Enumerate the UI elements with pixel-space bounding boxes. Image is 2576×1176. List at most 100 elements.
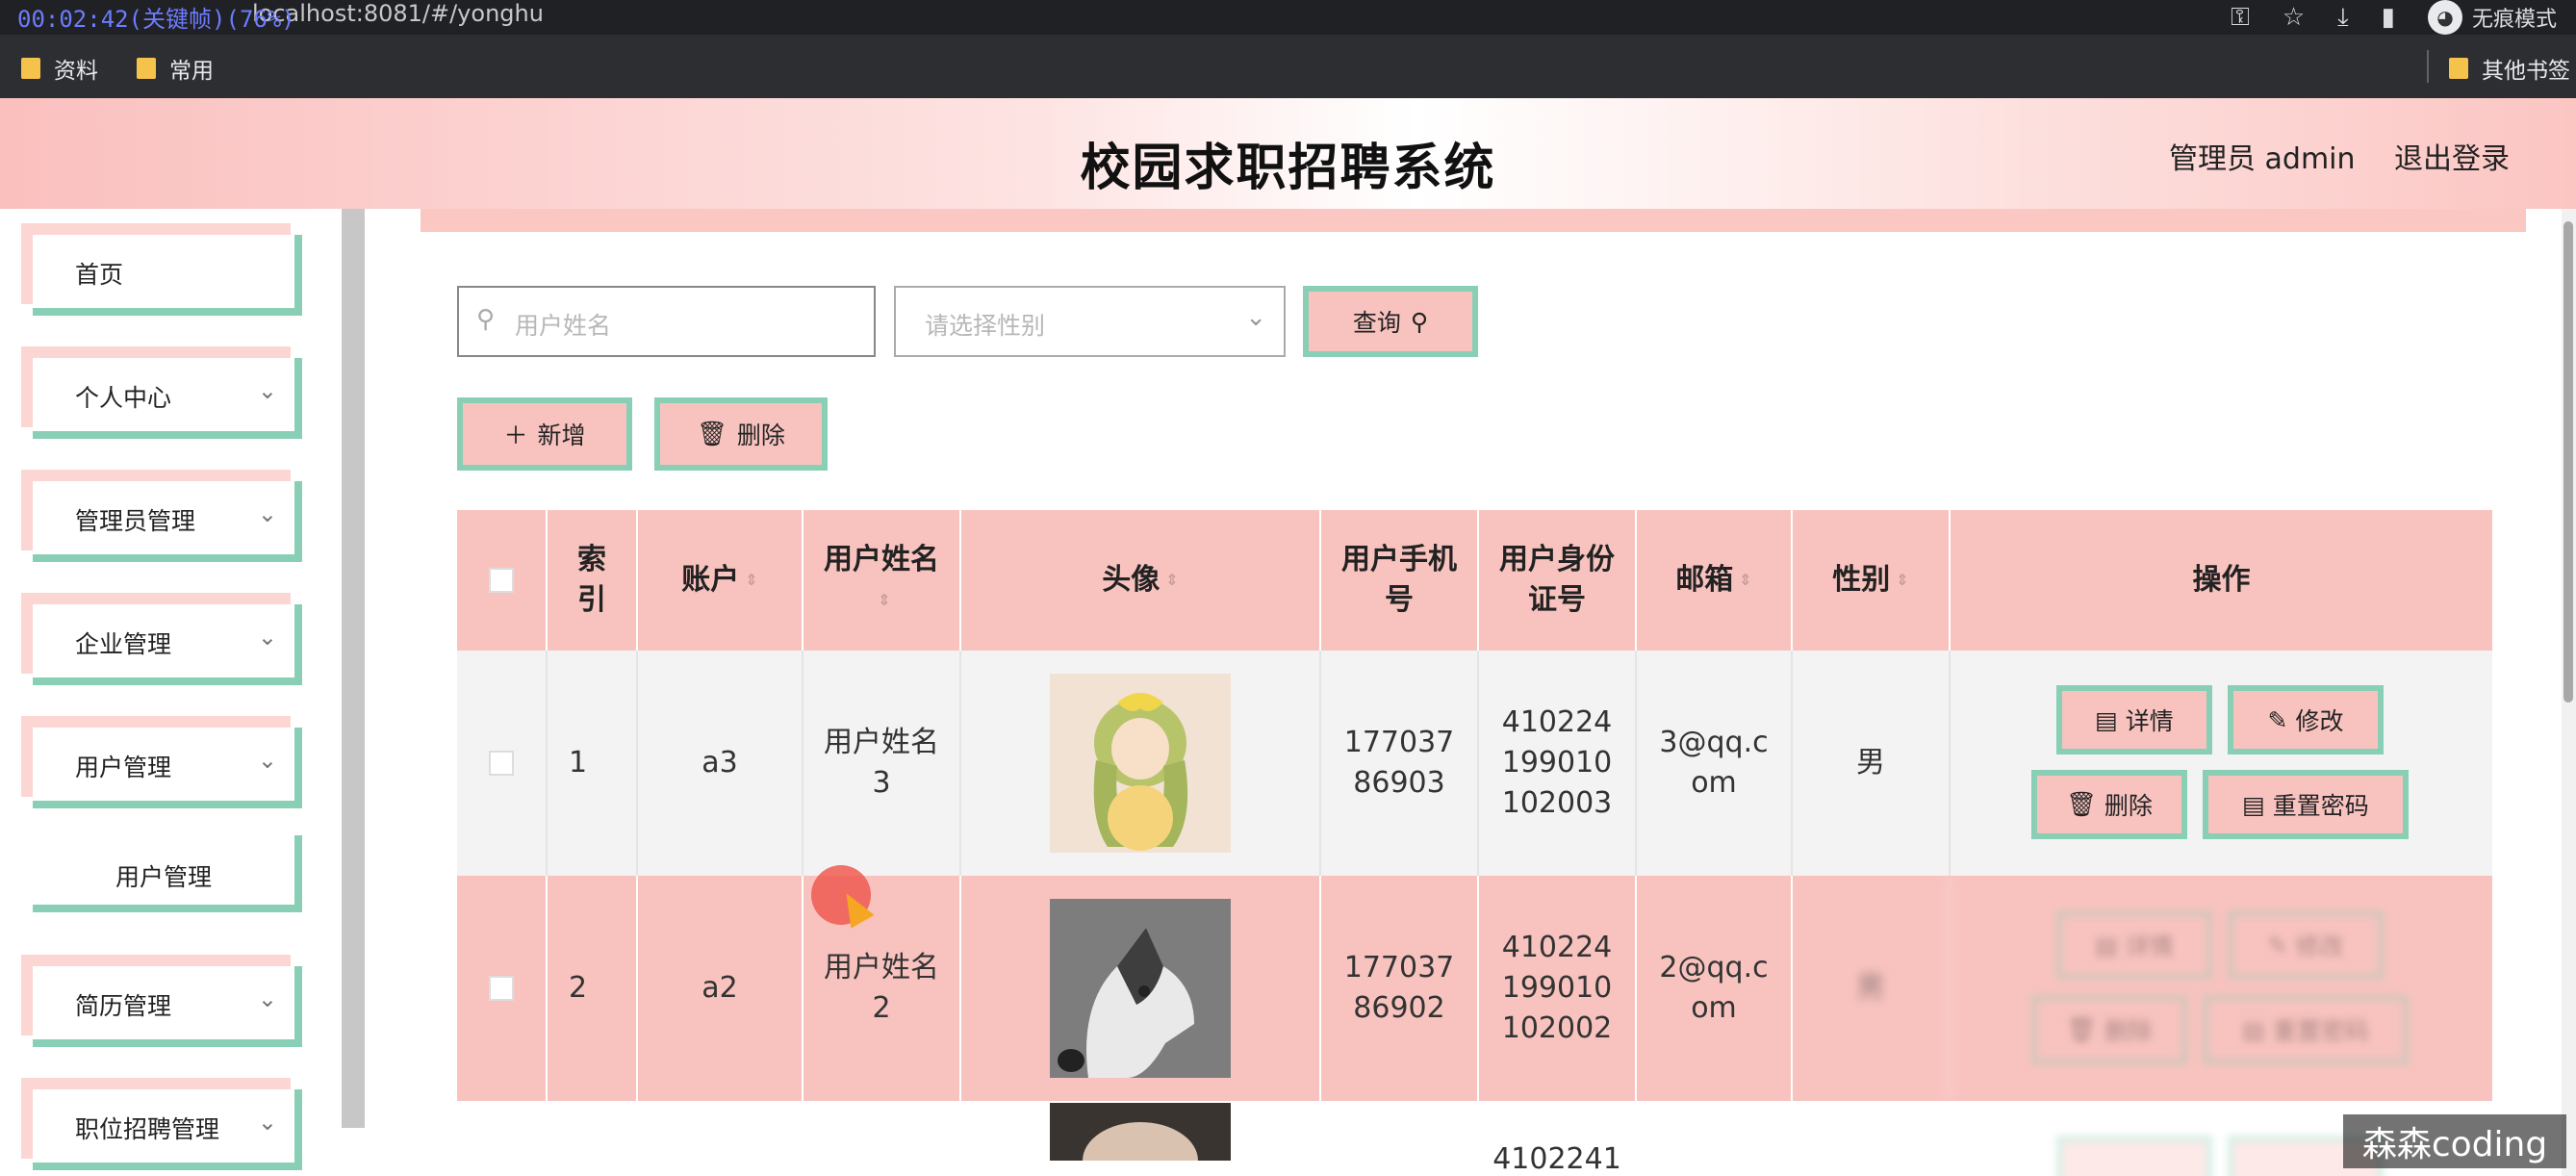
header-email[interactable]: 邮箱 ⇕ [1637,510,1793,651]
star-icon[interactable]: ☆ [2283,3,2305,32]
sort-icon[interactable]: ⇕ [1739,560,1751,601]
header-index: 索引 [548,510,638,651]
reset-password-button[interactable]: ▤ 重置密码 [2203,770,2409,839]
cell-idcard: 4102241 [1479,1101,1637,1176]
cell-phone: 17703786903 [1321,651,1479,876]
row-checkbox[interactable] [489,751,514,776]
header-actions: 操作 [2192,563,2251,597]
detail-button[interactable]: ▤ 详情 [2056,685,2212,754]
header-idcard[interactable]: 用户身份证号 [1479,510,1637,651]
sidebar-item-home[interactable]: 首页 [33,235,302,316]
cell-actions [1951,651,2492,876]
bookmark-folder-changyong[interactable]: 常用 [137,52,214,85]
delete-button[interactable]: 🗑 删除 [2031,995,2187,1064]
browser-titlebar: localhost:8081/#/yonghu 00:02:42(关键帧)(76… [0,0,2576,35]
cell-email: 3@qq.com [1637,651,1793,876]
edit-button[interactable]: ✎ 修改 [2228,685,2384,754]
document-icon: ▤ [2242,1015,2265,1044]
trash-icon: 🗑 [697,420,727,447]
avatar-image[interactable] [1050,674,1231,853]
batch-delete-button[interactable]: 🗑 删除 [654,397,828,471]
cell-avatar [961,651,1321,876]
sort-icon[interactable]: ⇕ [878,580,890,621]
avatar-image[interactable] [1050,899,1231,1078]
bookmark-folder-other[interactable]: 其他书签 [2449,52,2570,85]
gender-select[interactable]: 请选择性别 ⌄ [894,286,1286,357]
cell-gender: 男 [1793,876,1951,1101]
incognito-label: 无痕模式 [2471,8,2557,32]
bookmarks-bar: 资料 常用 其他书签 [0,35,2576,98]
add-button[interactable]: ＋ 新增 [457,397,632,471]
avatar-image[interactable] [1050,1103,1231,1161]
sort-icon[interactable]: ⇕ [1165,560,1178,601]
edit-button[interactable]: ✎ 修改 [2228,910,2384,980]
name-search-input[interactable]: ⚲ 用户姓名 [457,286,876,357]
row-checkbox[interactable] [489,976,514,1001]
chevron-down-icon: ⌄ [257,985,277,1012]
table-row: 2 a2 用户姓名2 17703786902 41022419901010200… [457,876,2492,1101]
admin-user-label: 管理员 admin [2169,142,2356,176]
sidebar-scrollbar[interactable] [342,209,365,1128]
header-account[interactable]: 账户 ⇕ [638,510,803,651]
cell-actions [1951,876,2492,1101]
page-scrollbar-thumb[interactable] [2563,221,2573,703]
chevron-down-icon: ⌄ [257,624,277,651]
app-header: 校园求职招聘系统 管理员 admin 退出登录 [0,98,2576,209]
sidebar-item-user-management[interactable]: 用户管理 ⌄ [33,728,302,808]
detail-button[interactable]: ▤ 详情 [2056,910,2212,980]
cell-idcard: 410224199010102002 [1479,876,1637,1101]
pencil-icon: ✎ [2267,931,2288,959]
sidebar-item-resume-management[interactable]: 简历管理 ⌄ [33,966,302,1047]
sort-icon[interactable]: ⇕ [745,560,757,601]
pencil-icon: ✎ [2267,705,2288,734]
select-all-checkbox[interactable] [489,568,514,593]
download-icon[interactable]: ⤓ [2337,3,2349,33]
logout-link[interactable]: 退出登录 [2394,135,2510,177]
key-icon[interactable]: ⚿ [2231,3,2250,33]
sidebar-item-personal-center[interactable]: 个人中心 ⌄ [33,358,302,439]
sidepanel-icon[interactable]: ▮ [2382,3,2395,32]
chevron-down-icon: ⌄ [257,500,277,527]
header-phone[interactable]: 用户手机号 [1321,510,1479,651]
header-name[interactable]: 用户姓名 ⇕ [803,510,961,651]
bookmark-folder-ziliao[interactable]: 资料 [21,52,98,85]
sort-icon[interactable]: ⇕ [1896,560,1908,601]
header-gender[interactable]: 性别 ⇕ [1793,510,1951,651]
cell-idcard: 410224199010102003 [1479,651,1637,876]
url-bar[interactable]: localhost:8081/#/yonghu [252,0,544,27]
cell-account: a2 [638,876,803,1101]
video-timestamp: 00:02:42(关键帧)(76%) [17,6,295,33]
folder-icon [21,58,40,79]
document-icon: ▤ [2095,705,2118,734]
cell-index: 1 [548,651,638,876]
table-header-row: 索引 账户 ⇕ 用户姓名 ⇕ 头像 ⇕ 用户手机号 用户身份证号 邮箱 ⇕ 性别 ⇕ 操作 [457,510,2492,651]
cell-gender: 男 [1793,651,1951,876]
browser-toolbar-icons: ⚿ ☆ ⤓ ▮ ◕ 无痕模式 [2231,0,2557,35]
reset-password-button[interactable]: ▤ 重置密码 [2203,995,2409,1064]
sidebar-item-admin-management[interactable]: 管理员管理 ⌄ [33,481,302,562]
chevron-down-icon: ⌄ [257,377,277,404]
folder-icon [2449,58,2468,79]
sidebar-subitem-user-management[interactable]: 用户管理 [33,835,302,912]
delete-button[interactable]: 🗑 删除 [2031,770,2187,839]
sidebar-item-job-management[interactable]: 职位招聘管理 ⌄ [33,1089,302,1170]
select-all-checkbox-cell[interactable] [457,510,548,651]
content-top-bar [421,209,2526,232]
chevron-down-icon: ⌄ [1245,303,1266,332]
chevron-down-icon: ⌄ [257,747,277,774]
header-avatar[interactable]: 头像 ⇕ [961,510,1321,651]
incognito-badge[interactable]: ◕ 无痕模式 [2427,0,2557,35]
watermark: 森森coding [2343,1114,2566,1168]
cell-phone: 17703786902 [1321,876,1479,1101]
cell-avatar [961,876,1321,1101]
trash-icon: 🗑 [2066,1015,2097,1043]
detail-button[interactable] [2056,1136,2212,1176]
trash-icon: 🗑 [2066,790,2097,818]
document-icon: ▤ [2242,790,2265,819]
cell-email: 2@qq.com [1637,876,1793,1101]
plus-icon: ＋ [503,422,528,449]
cell-name: 用户姓名3 [803,651,961,876]
cell-avatar [961,1101,1321,1176]
sidebar-item-company-management[interactable]: 企业管理 ⌄ [33,604,302,685]
query-button[interactable]: 查询 ⚲ [1303,286,1478,357]
